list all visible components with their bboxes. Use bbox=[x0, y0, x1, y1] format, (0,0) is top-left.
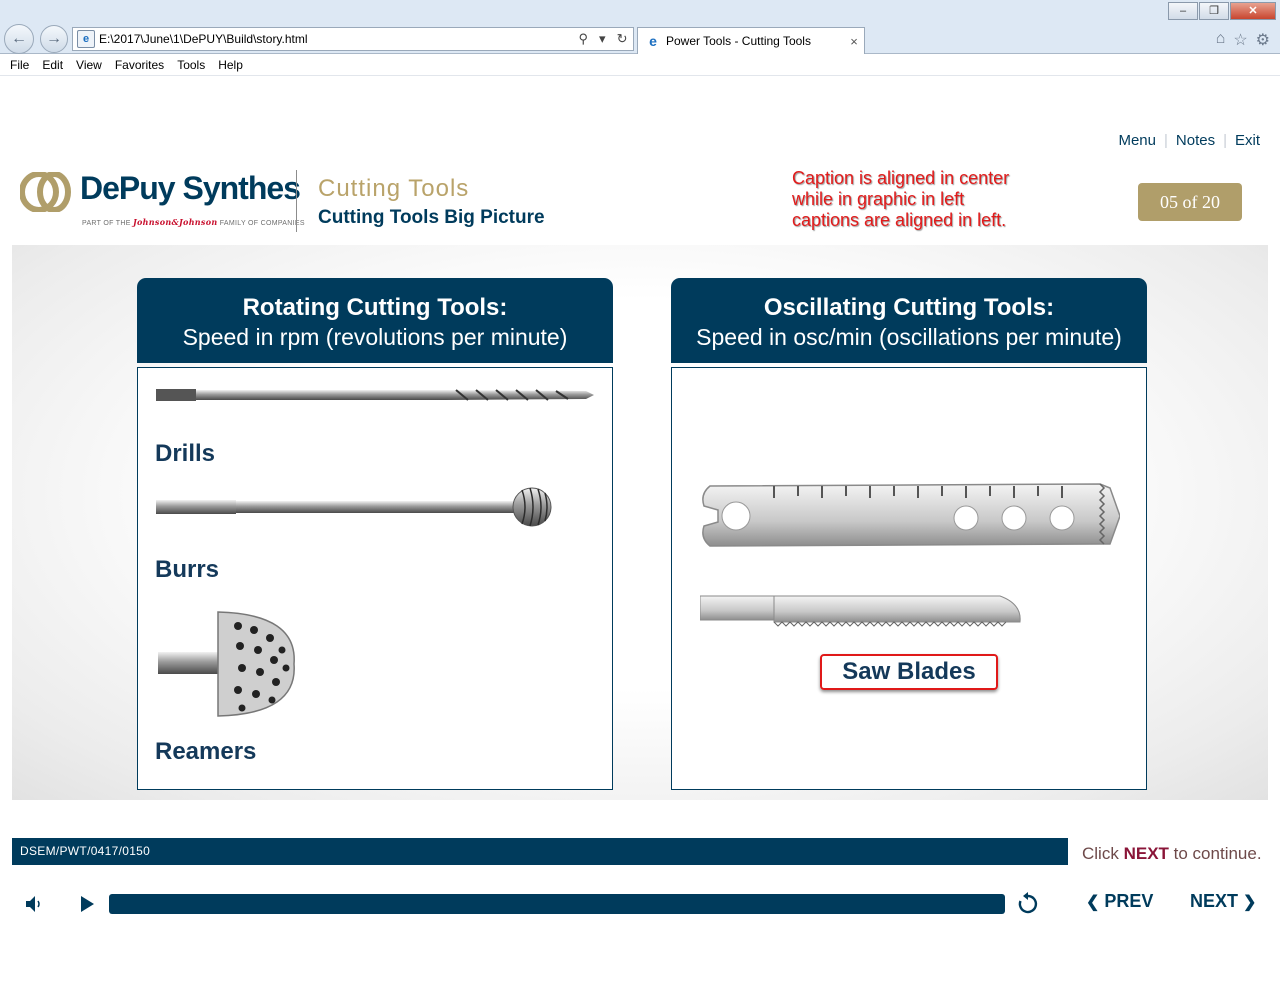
slide-counter: 05 of 20 bbox=[1138, 183, 1242, 221]
oscillating-panel-body bbox=[671, 367, 1147, 790]
back-button[interactable]: ← bbox=[4, 24, 34, 54]
header-divider bbox=[296, 170, 297, 232]
nav-menu-link[interactable]: Menu bbox=[1118, 132, 1156, 149]
continue-instruction: Click NEXT to continue. bbox=[1082, 844, 1262, 864]
section-title: Cutting Tools bbox=[318, 175, 470, 202]
play-icon[interactable] bbox=[76, 893, 98, 915]
top-nav: Menu | Notes | Exit bbox=[1118, 132, 1260, 149]
volume-icon[interactable] bbox=[24, 893, 46, 915]
cta-prefix: Click bbox=[1082, 844, 1119, 863]
oscillating-panel-title: Oscillating Cutting Tools: bbox=[763, 294, 1055, 321]
media-player: ❮ PREV NEXT ❯ bbox=[0, 885, 1280, 925]
nav-notes-link[interactable]: Notes bbox=[1176, 132, 1215, 149]
back-arrow-icon: ← bbox=[11, 30, 27, 47]
logo-family-suffix: FAMILY OF COMPANIES bbox=[219, 220, 305, 227]
search-icon[interactable]: ⚲ bbox=[579, 31, 589, 47]
address-bar[interactable]: e E:\2017\June\1\DePUY\Build\story.html … bbox=[72, 27, 634, 51]
menu-help[interactable]: Help bbox=[218, 58, 243, 72]
nav-separator: | bbox=[1163, 132, 1168, 149]
window-controls: – ❐ ✕ bbox=[1167, 2, 1276, 20]
browser-titlebar: ← → e E:\2017\June\1\DePUY\Build\story.h… bbox=[0, 0, 1280, 54]
slide-title: Cutting Tools Big Picture bbox=[318, 207, 545, 228]
course-stage: Menu | Notes | Exit DePuy Synthes PART O… bbox=[0, 77, 1280, 984]
reamer-image bbox=[158, 611, 295, 717]
home-icon[interactable]: ⌂ bbox=[1216, 30, 1226, 50]
nav-exit-link[interactable]: Exit bbox=[1235, 132, 1260, 149]
browser-tools: ⌂ ☆ ⚙ bbox=[1216, 30, 1270, 50]
dropdown-icon[interactable]: ▾ bbox=[599, 31, 606, 47]
menu-view[interactable]: View bbox=[76, 58, 102, 72]
drills-label: Drills bbox=[155, 440, 216, 467]
rotating-panel-subtitle: Speed in rpm (revolutions per minute) bbox=[182, 324, 568, 350]
ie-icon: e bbox=[649, 33, 657, 49]
saw-blades-caption: Saw Blades bbox=[820, 654, 998, 690]
progress-bar[interactable] bbox=[109, 894, 1005, 914]
restore-button[interactable]: ❐ bbox=[1199, 2, 1229, 20]
settings-gear-icon[interactable]: ⚙ bbox=[1256, 30, 1270, 50]
forward-button[interactable]: → bbox=[40, 25, 68, 53]
chevron-right-icon: ❯ bbox=[1243, 894, 1257, 911]
menu-file[interactable]: File bbox=[10, 58, 29, 72]
oscillating-panel-header: Oscillating Cutting Tools: Speed in osc/… bbox=[671, 278, 1147, 363]
refresh-icon[interactable]: ↻ bbox=[617, 31, 628, 47]
minimize-button[interactable]: – bbox=[1168, 2, 1198, 20]
rotating-panel-body: Drills Burrs Reamers bbox=[137, 367, 613, 790]
cta-keyword: NEXT bbox=[1123, 844, 1169, 863]
large-saw-blade-image bbox=[702, 483, 1120, 547]
oscillating-panel-subtitle: Speed in osc/min (oscillations per minut… bbox=[696, 324, 1122, 350]
burrs-label: Burrs bbox=[155, 556, 220, 583]
browser-tab[interactable]: e Power Tools - Cutting Tools × bbox=[637, 27, 865, 54]
review-annotation: Caption is aligned in center while in gr… bbox=[792, 168, 1010, 230]
next-button[interactable]: NEXT ❯ bbox=[1190, 891, 1256, 912]
drill-image bbox=[156, 389, 594, 401]
logo-family-name: Johnson&Johnson bbox=[132, 217, 218, 227]
page-icon: e bbox=[77, 30, 95, 48]
reamers-label: Reamers bbox=[155, 738, 257, 765]
rotating-panel-title: Rotating Cutting Tools: bbox=[242, 294, 508, 321]
browser-menubar: File Edit View Favorites Tools Help bbox=[0, 54, 1280, 76]
rotating-panel-header: Rotating Cutting Tools: Speed in rpm (re… bbox=[137, 278, 613, 363]
forward-arrow-icon: → bbox=[46, 30, 62, 47]
logo-brand: DePuy Synthes bbox=[80, 170, 301, 206]
logo-mark-icon bbox=[20, 172, 71, 212]
logo-family-line: PART OF THE Johnson&Johnson FAMILY OF CO… bbox=[82, 217, 305, 227]
small-saw-blade-image bbox=[700, 595, 1021, 627]
depuy-synthes-logo: DePuy Synthes PART OF THE Johnson&Johnso… bbox=[20, 170, 304, 232]
menu-tools[interactable]: Tools bbox=[177, 58, 205, 72]
logo-family-prefix: PART OF THE bbox=[82, 220, 131, 227]
footer-code-bar: DSEM/PWT/0417/0150 bbox=[12, 838, 1068, 865]
prev-button[interactable]: ❮ PREV bbox=[1086, 891, 1153, 912]
tab-title: Power Tools - Cutting Tools bbox=[666, 34, 811, 48]
close-window-button[interactable]: ✕ bbox=[1230, 2, 1276, 20]
tab-close-icon[interactable]: × bbox=[844, 34, 864, 49]
nav-separator: | bbox=[1223, 132, 1227, 149]
burr-image bbox=[156, 487, 552, 527]
cta-suffix: to continue. bbox=[1173, 844, 1262, 863]
chevron-left-icon: ❮ bbox=[1086, 894, 1100, 911]
menu-edit[interactable]: Edit bbox=[42, 58, 63, 72]
replay-icon[interactable] bbox=[1016, 892, 1040, 916]
menu-favorites[interactable]: Favorites bbox=[115, 58, 164, 72]
favorites-star-icon[interactable]: ☆ bbox=[1233, 30, 1247, 50]
screen: ← → e E:\2017\June\1\DePUY\Build\story.h… bbox=[0, 0, 1280, 984]
prev-label: PREV bbox=[1104, 891, 1154, 911]
next-label: NEXT bbox=[1190, 891, 1239, 911]
address-url[interactable]: E:\2017\June\1\DePUY\Build\story.html bbox=[99, 32, 573, 46]
